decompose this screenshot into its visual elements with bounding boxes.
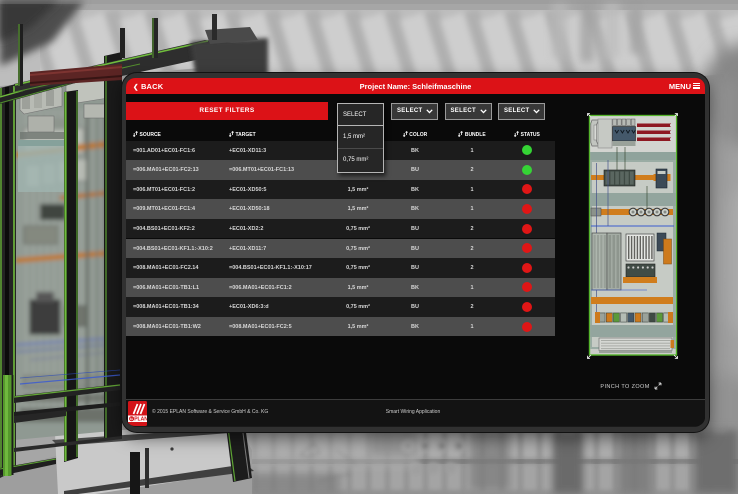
svg-text:PLAN: PLAN	[134, 417, 147, 423]
